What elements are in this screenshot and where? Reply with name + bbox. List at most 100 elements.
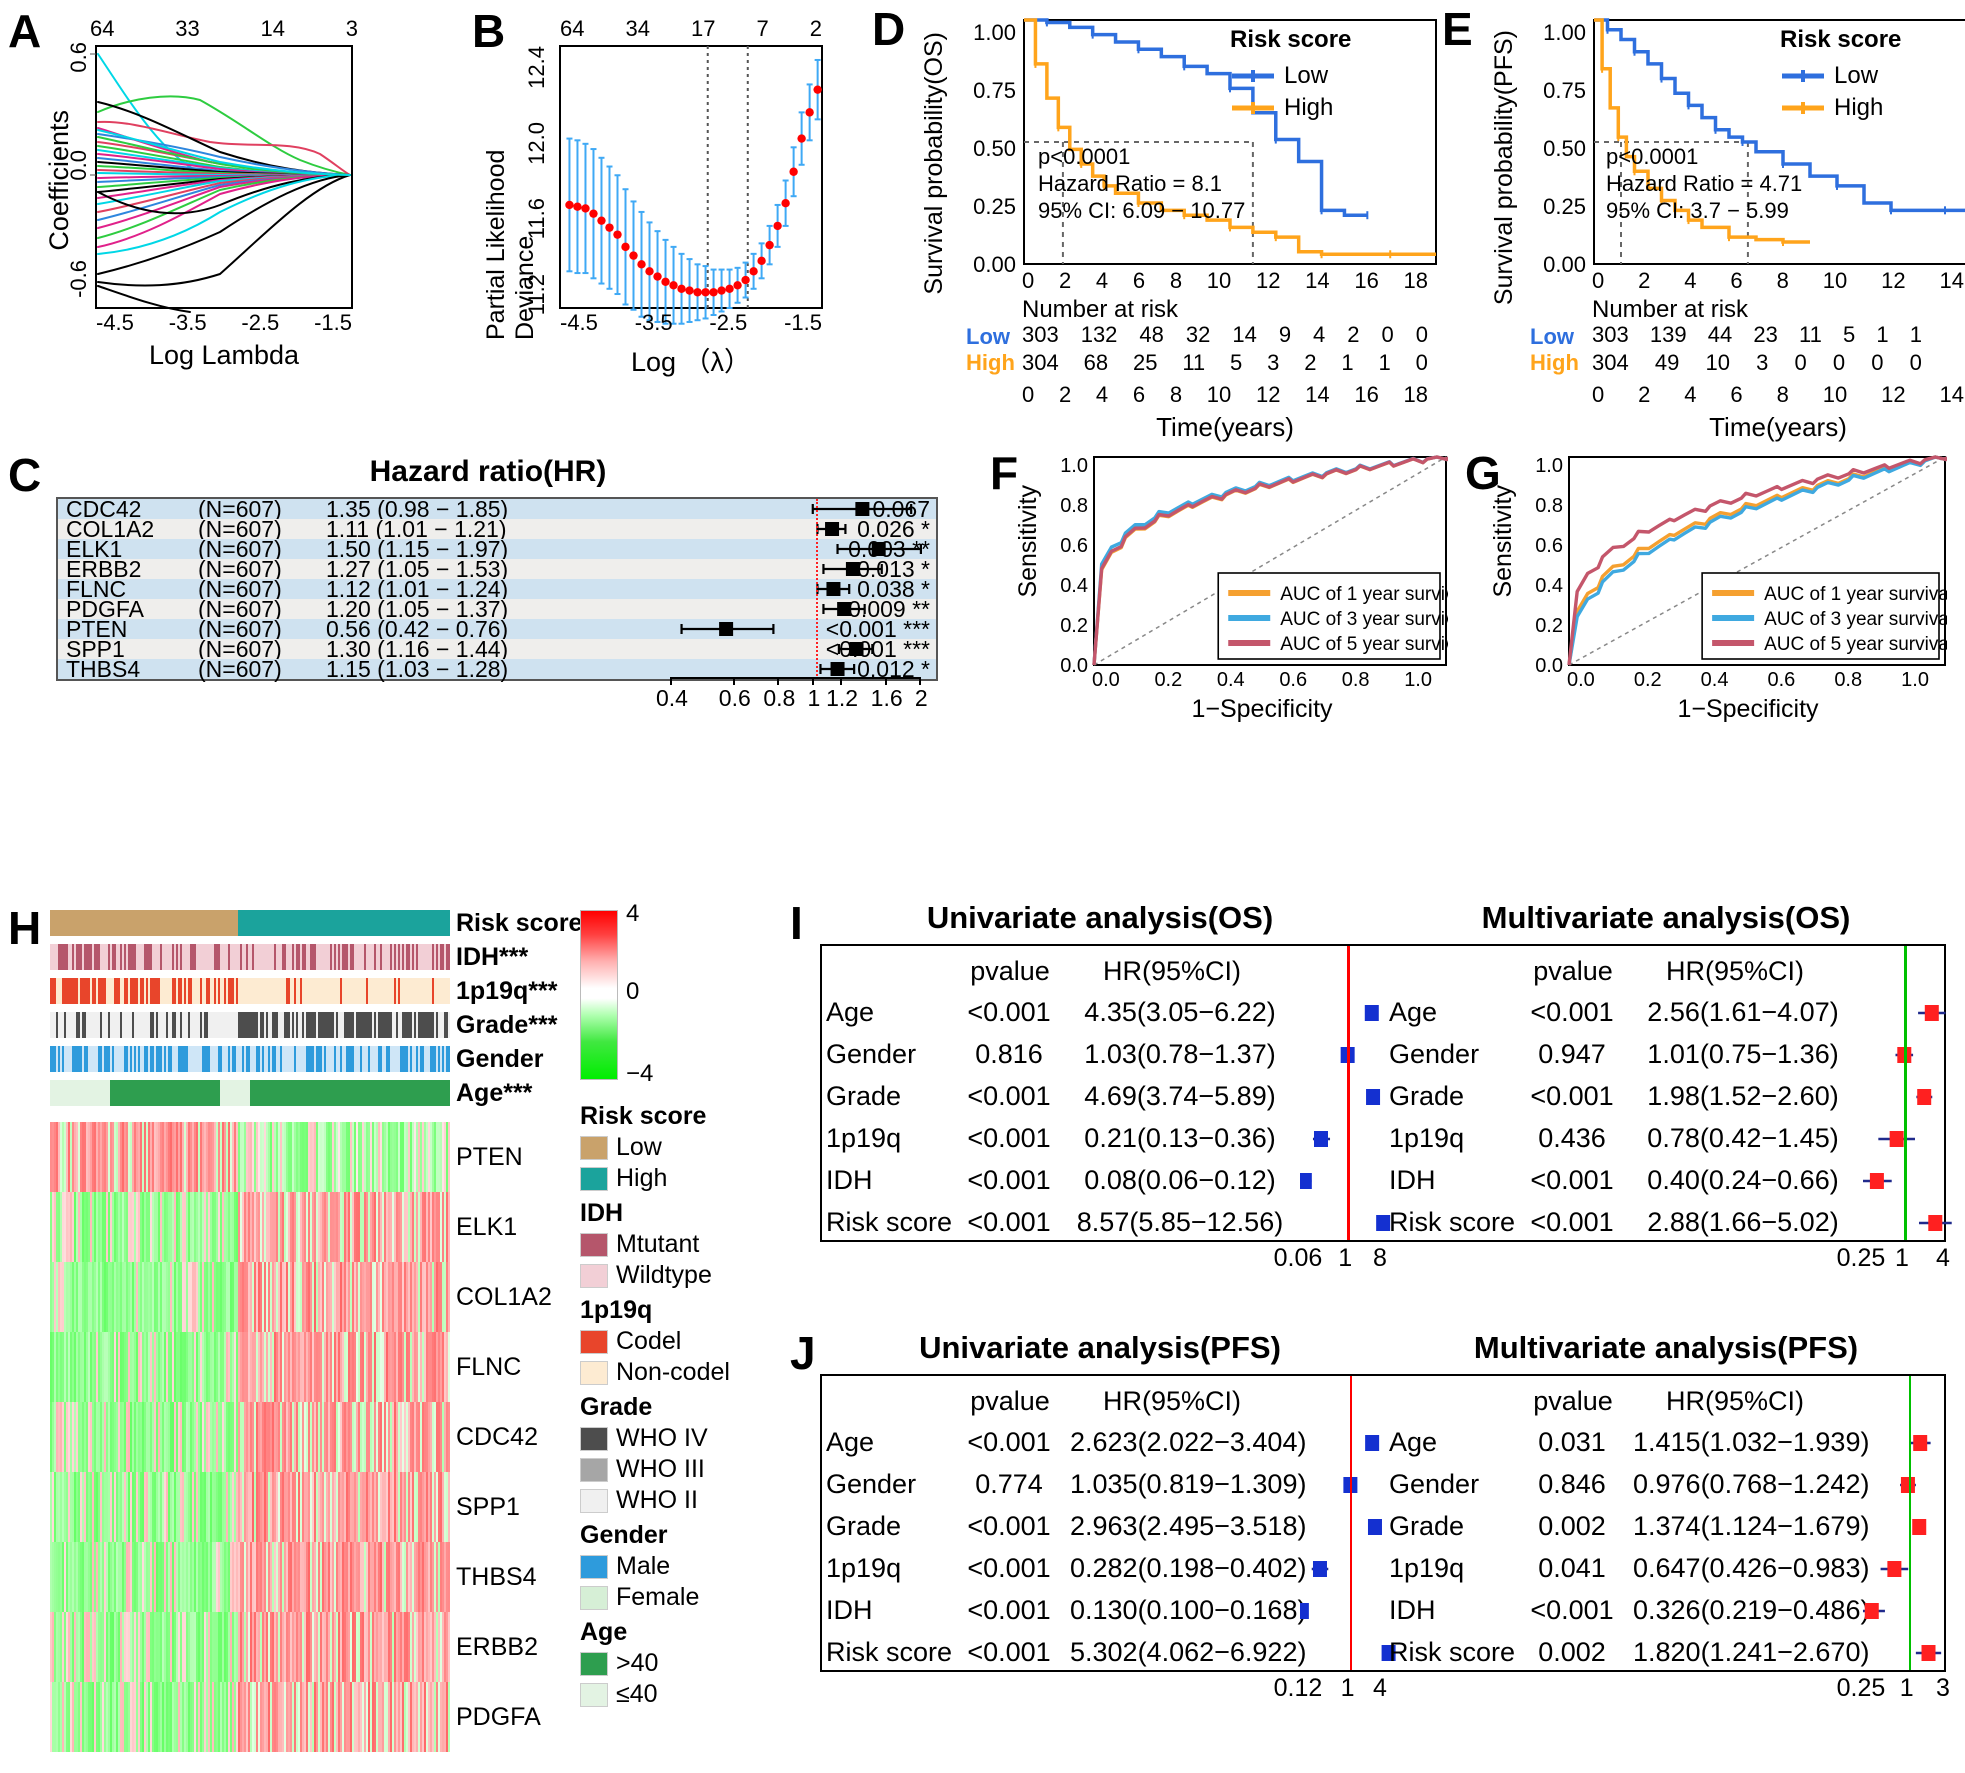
panel-c: Hazard ratio(HR) CDC42 (N=607) 1.35 (0.98 …	[28, 455, 938, 715]
legend-label: Mtutant	[616, 1230, 700, 1258]
legend-swatch	[580, 1360, 608, 1385]
roc-legend-label: AUC of 3 year survival: 0.809	[1764, 609, 1947, 630]
forest-column-header: pvalue	[1533, 956, 1613, 986]
legend-title: Gender	[580, 1521, 668, 1549]
legend-item: Mtutant	[580, 1230, 780, 1259]
panel-d-xtick: 2	[1058, 268, 1072, 293]
roc-legend-label: AUC of 5 year survival: 0.89	[1280, 634, 1448, 655]
legend-swatch	[580, 1263, 608, 1288]
panel-d-ytick: 0.50	[973, 136, 1016, 161]
panel-b-top-tick: 2	[809, 16, 822, 41]
panel-i-label: I	[790, 897, 803, 949]
panel-d-risk-title: Number at risk	[1022, 296, 1179, 323]
legend-swatch	[580, 1554, 608, 1579]
panel-f-xtick: 0.8	[1341, 669, 1370, 691]
legend-title: IDH	[580, 1199, 624, 1227]
panel-d-risk-high-label: High	[966, 350, 1015, 375]
panel-d-stat-hr: Hazard Ratio = 8.1	[1038, 170, 1223, 196]
panel-e-xtick: 0	[1592, 268, 1605, 293]
panel-i: Univariate analysis(OS) Multivariate ana…	[820, 900, 1955, 1295]
heatmap-row	[50, 1332, 450, 1402]
panel-d-label: D	[872, 3, 906, 55]
risk-cell: 1	[1876, 322, 1889, 347]
panel-d-xtick: 0	[1022, 268, 1035, 293]
risk-cell: 10	[1705, 350, 1730, 375]
forest-hr-ci: 1.374(1.124−1.679)	[1633, 1511, 1870, 1541]
panel-d-xtick2: 0	[1022, 382, 1035, 407]
forest-hr-ci: 2.56(1.61−4.07)	[1647, 997, 1839, 1027]
forest-hr-ci: 0.976(0.768−1.242)	[1633, 1469, 1870, 1499]
panel-h: Risk score IDH*** 1p19q*** Grade*** Gender Ag…	[50, 900, 770, 1770]
panel-d-xtick2: 10	[1206, 382, 1232, 407]
panel-h-colorbar: 4 0 −4	[580, 900, 653, 1087]
panel-d-xtick2: 16	[1354, 382, 1379, 407]
panel-e-xtick2: 2	[1638, 382, 1651, 407]
legend-swatch	[580, 1585, 608, 1610]
panel-d-stat-ci: 95% CI: 6.09 − 10.77	[1038, 197, 1246, 223]
forest-marker	[1343, 1477, 1358, 1493]
forest-pvalue: <0.001	[1530, 1207, 1614, 1237]
panel-b-xtick: -2.5	[709, 310, 748, 335]
panel-f-ytick: 1.0	[1060, 455, 1088, 477]
forest-hr-ci: 4.35(3.05−6.22)	[1084, 997, 1276, 1027]
annotation-track	[50, 910, 450, 936]
table-row: Age <0.001 4.35(3.05−6.22) Age <0.001 2.56(1.…	[822, 992, 1946, 1034]
roc-legend-label: AUC of 1 year survival: 0.915	[1280, 584, 1448, 605]
colorbar-tick-high: 4	[626, 900, 640, 927]
axis-tick-label: 8	[1373, 1244, 1387, 1272]
axis-tick-label: 4	[1936, 1244, 1950, 1272]
legend-label: WHO IV	[616, 1424, 708, 1452]
panel-b-top-tick: 64	[560, 16, 585, 41]
panel-g-xtick: 0.6	[1767, 669, 1796, 691]
forest-pvalue: 0.002	[1538, 1511, 1606, 1541]
forest-hr-ci: 0.21(0.13−0.36)	[1084, 1123, 1276, 1153]
annotation-track	[50, 1080, 450, 1106]
forest-marker	[1918, 1215, 1952, 1231]
panel-g-xtick: 0.8	[1834, 669, 1863, 691]
forest-reference-line	[1347, 946, 1350, 1240]
legend-item: Low	[580, 1133, 780, 1162]
forest-pvalue: <0.001	[967, 1123, 1051, 1153]
forest-hr-ci: 0.08(0.06−0.12)	[1084, 1165, 1276, 1195]
legend-label: Wildtype	[616, 1261, 712, 1289]
legend-label: Female	[616, 1583, 700, 1611]
panel-h-annotation-tracks	[50, 910, 450, 1114]
heatmap-row	[50, 1682, 450, 1752]
table-row: Risk score <0.001 5.302(4.062−6.922) Risk s…	[822, 1632, 1944, 1674]
panel-a-xtick: -1.5	[314, 310, 352, 335]
panel-d-legend-high-label: High	[1284, 94, 1334, 121]
panel-i-forest-box: pvalue HR(95%CI) pvalue HR(95%CI) Age <0.001 4…	[820, 944, 1952, 1242]
forest-pvalue: 0.774	[975, 1469, 1043, 1499]
forest-hr-ci: 5.302(4.062−6.922)	[1070, 1637, 1307, 1667]
risk-cell: 1	[1341, 350, 1354, 375]
legend-label: Non-codel	[616, 1358, 730, 1386]
panel-f-ytick: 0.8	[1060, 495, 1088, 517]
legend-swatch	[580, 1232, 608, 1257]
panel-j-label: J	[790, 1327, 816, 1379]
panel-e-xtick2: 12	[1881, 382, 1906, 407]
forest-marker	[1381, 1645, 1396, 1661]
panel-g-xlabel: 1−Specificity	[1677, 695, 1819, 723]
panel-d-risk-row-high: 304 68 25 11 5 3 2 1 1 0	[1022, 350, 1428, 376]
panel-e-xaxis-2: 0 2 4 6 8 10 12 14	[1592, 382, 1964, 408]
risk-cell: 139	[1649, 322, 1687, 347]
forest-hr-ci: 4.69(3.74−5.89)	[1084, 1081, 1276, 1111]
panel-e-km-plot	[1593, 18, 1965, 265]
panel-f-roc-plot: AUC of 1 year survival: 0.915 AUC of 3 ye…	[1092, 455, 1448, 666]
legend-item: Wildtype	[580, 1261, 780, 1290]
panel-d-xtick2: 8	[1169, 382, 1183, 407]
panel-a-ylabel: Coefficients	[44, 110, 74, 251]
panel-e-xtick2: 6	[1730, 382, 1743, 407]
panel-g-xtick: 0.0	[1567, 669, 1595, 691]
panel-g-xaxis: 0.0 0.2 0.4 0.6 0.8 1.0	[1567, 669, 1929, 692]
panel-b-ylabel: Partial Likelihood Deviance	[482, 149, 539, 340]
panel-d-stats: p<0.0001 Hazard Ratio = 8.1 95% CI: 6.09…	[1038, 144, 1245, 224]
risk-cell: 3	[1267, 350, 1280, 375]
panel-e-xtick: 4	[1684, 268, 1697, 293]
panel-j: Univariate analysis(PFS) Multivariate an…	[820, 1330, 1955, 1730]
panel-d-legend-item-high: High	[1230, 94, 1351, 122]
panel-e-xtick: 6	[1730, 268, 1743, 293]
forest-hr-ci: 1.035(0.819−1.309)	[1070, 1469, 1307, 1499]
panel-e-label: E	[1442, 3, 1473, 55]
risk-cell: 44	[1707, 322, 1733, 347]
